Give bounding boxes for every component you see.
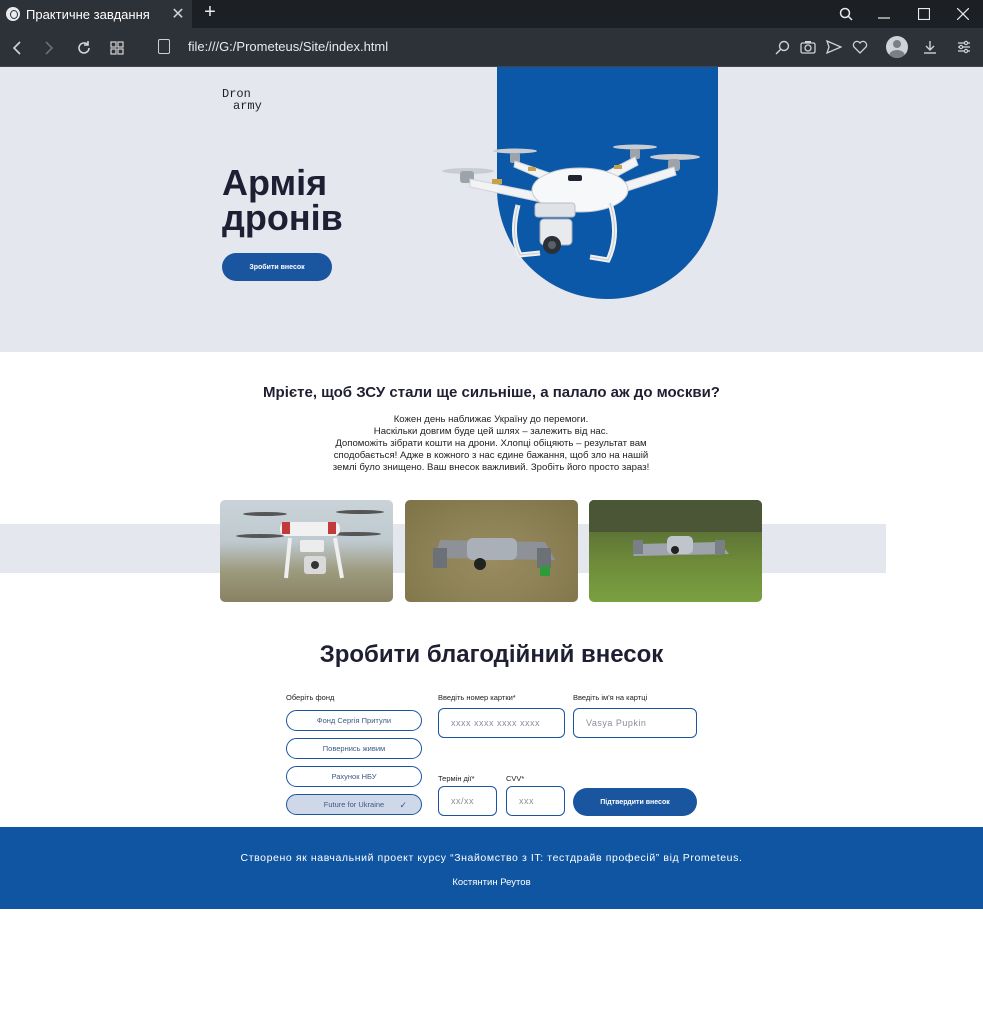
expiry-input[interactable]: xx/xx bbox=[438, 786, 497, 816]
speed-dial-icon[interactable] bbox=[105, 36, 129, 60]
globe-icon bbox=[6, 7, 20, 21]
footer-author: Костянтин Реутов bbox=[452, 877, 531, 888]
fund-option-label: Фонд Сергія Притули bbox=[316, 716, 392, 725]
drone-photo-2 bbox=[405, 500, 578, 602]
zoom-search-icon[interactable] bbox=[772, 37, 792, 57]
file-icon bbox=[158, 39, 170, 54]
drone-photo-3 bbox=[589, 500, 762, 602]
drone-photo-1 bbox=[220, 500, 393, 602]
address-bar: file:///G:/Prometeus/Site/index.html bbox=[0, 28, 983, 67]
fund-label: Оберіть фонд bbox=[286, 693, 335, 702]
card-name-input[interactable]: Vasya Pupkin bbox=[573, 708, 697, 738]
fund-option-label: Future for Ukraine bbox=[323, 800, 385, 809]
donate-title: Зробити благодійний внесок bbox=[319, 641, 664, 668]
intro-title: Мрієте, щоб ЗСУ стали ще сильніше, а пал… bbox=[263, 384, 720, 401]
profile-avatar[interactable] bbox=[886, 36, 908, 58]
fund-option-povernys-zhyvym[interactable]: Повернись живим bbox=[286, 738, 422, 759]
intro-line: землі було знищено. Ваш внесок важливий.… bbox=[332, 462, 650, 473]
back-icon[interactable] bbox=[5, 36, 29, 60]
intro-line: Кожен день наближає Україну до перемоги. bbox=[393, 414, 589, 425]
footer-text: Створено як навчальний проект курсу “Зна… bbox=[240, 852, 743, 864]
submit-donation-button[interactable]: Підтвердити внесок bbox=[573, 788, 697, 816]
settings-sliders-icon[interactable] bbox=[954, 37, 974, 57]
close-tab-icon[interactable]: ✕ bbox=[168, 4, 188, 24]
cvv-label: CVV* bbox=[506, 774, 525, 783]
hero-section: Dron army Армія дронів Зробити внесок bbox=[0, 67, 983, 352]
reload-icon[interactable] bbox=[72, 36, 96, 60]
intro-line: Наскільки довгим буде цей шлях – залежит… bbox=[373, 426, 609, 437]
drone-image bbox=[442, 144, 700, 263]
footer: Створено як навчальний проект курсу “Зна… bbox=[0, 827, 983, 909]
card-number-label: Введіть номер картки* bbox=[438, 693, 516, 702]
download-icon[interactable] bbox=[920, 37, 940, 57]
minimize-icon[interactable] bbox=[864, 0, 904, 28]
donate-hero-button[interactable]: Зробити внесок bbox=[222, 253, 332, 281]
tab-title: Практичне завдання bbox=[26, 6, 150, 22]
search-tabs-icon[interactable] bbox=[826, 0, 866, 28]
camera-icon[interactable] bbox=[798, 37, 818, 57]
intro-line: Допоможіть зібрати кошти на дрони. Хлопц… bbox=[335, 438, 647, 449]
hero-title: Армія дронів bbox=[222, 162, 343, 238]
maximize-icon[interactable] bbox=[904, 0, 944, 28]
send-icon[interactable] bbox=[824, 37, 844, 57]
card-number-input[interactable]: xxxx xxxx xxxx xxxx bbox=[438, 708, 565, 738]
fund-option-label: Рахунок НБУ bbox=[331, 772, 377, 781]
intro-line: сподобається! Адже в кожного з нас єдине… bbox=[333, 450, 649, 461]
cvv-input[interactable]: xxx bbox=[506, 786, 565, 816]
fund-option-nbu[interactable]: Рахунок НБУ bbox=[286, 766, 422, 787]
forward-icon[interactable] bbox=[37, 36, 61, 60]
logo-line2: army bbox=[233, 99, 262, 113]
close-window-icon[interactable] bbox=[943, 0, 983, 28]
fund-option-label: Повернись живим bbox=[322, 744, 386, 753]
tab-active[interactable]: Практичне завдання ✕ bbox=[0, 0, 192, 28]
check-icon: ✓ bbox=[399, 800, 407, 810]
new-tab-icon[interactable]: + bbox=[200, 1, 220, 24]
tab-bar: Практичне завдання ✕ + bbox=[0, 0, 983, 28]
logo[interactable]: Dron army bbox=[222, 88, 282, 116]
url-field[interactable]: file:///G:/Prometeus/Site/index.html bbox=[188, 39, 388, 54]
heart-icon[interactable] bbox=[850, 37, 870, 57]
fund-option-future-for-ukraine[interactable]: Future for Ukraine ✓ bbox=[286, 794, 422, 815]
fund-option-prytula[interactable]: Фонд Сергія Притули bbox=[286, 710, 422, 731]
intro-text: Кожен день наближає Україну до перемоги.… bbox=[310, 414, 672, 474]
expiry-label: Термін дії* bbox=[438, 774, 475, 783]
card-name-label: Введіть ім'я на картці bbox=[573, 693, 648, 702]
